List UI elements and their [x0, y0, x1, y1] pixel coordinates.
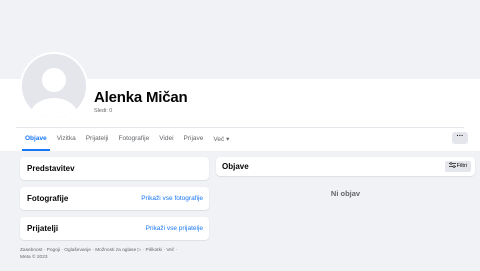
friends-title: Prijatelji	[27, 224, 59, 233]
friends-card: Prijatelji Prikaži vse prijatelje	[20, 217, 209, 240]
photos-title: Fotografije	[27, 194, 69, 203]
tab-check-ins[interactable]: Prijave	[179, 131, 209, 148]
intro-card: Predstavitev	[20, 157, 209, 180]
footer-links[interactable]: Zasebnost · Pogoji · Oglaševanje · Možno…	[20, 247, 215, 254]
photos-card: Fotografije Prikaži vse fotografije	[20, 187, 209, 210]
tab-posts[interactable]: Objave	[20, 131, 52, 151]
no-posts-message: Ni objav	[330, 189, 361, 198]
profile-tabs: Objave Vizitka Prijatelji Fotografije Vi…	[20, 131, 234, 151]
tab-friends[interactable]: Prijatelji	[81, 131, 114, 148]
footer-copyright: Meta © 2023	[20, 255, 48, 260]
tab-about[interactable]: Vizitka	[52, 131, 81, 148]
posts-feed: Ni objav	[216, 0, 475, 271]
tab-photos[interactable]: Fotografije	[113, 131, 154, 148]
show-all-friends-link[interactable]: Prikaži vse prijatelje	[146, 225, 203, 232]
profile-avatar[interactable]	[20, 52, 88, 120]
followers-count[interactable]: Sledi: 0	[94, 108, 112, 114]
tab-videos[interactable]: Videi	[154, 131, 178, 148]
profile-name: Alenka Mičan	[94, 89, 188, 106]
footer: Zasebnost · Pogoji · Oglaševanje · Možno…	[20, 247, 215, 261]
default-avatar-icon	[22, 54, 86, 118]
intro-title: Predstavitev	[27, 164, 75, 173]
show-all-photos-link[interactable]: Prikaži vse fotografije	[141, 195, 203, 202]
